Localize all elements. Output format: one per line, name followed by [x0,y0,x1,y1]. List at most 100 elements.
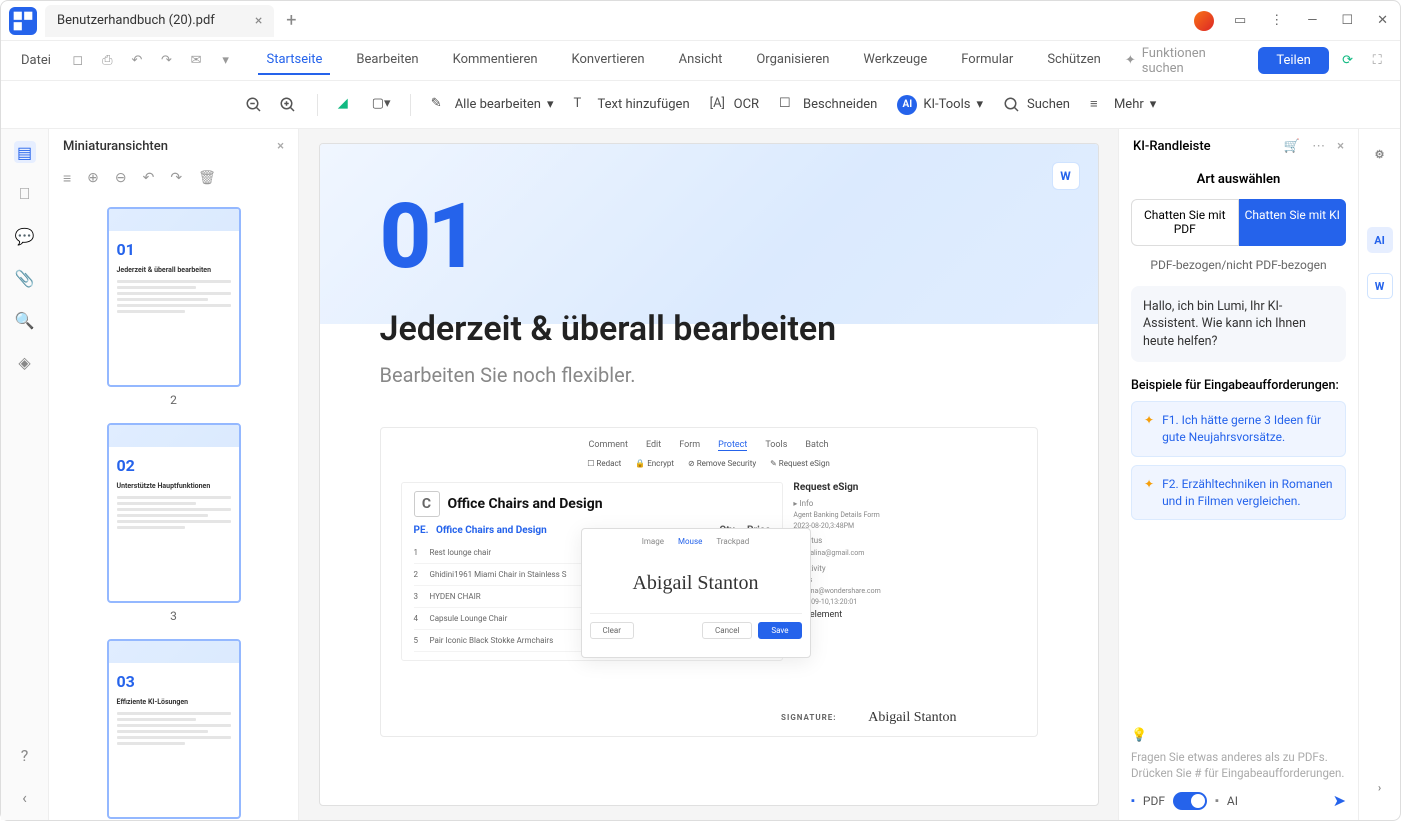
chevron-down-icon[interactable]: ▾ [215,49,237,73]
highlighter-icon[interactable]: ◢ [338,96,356,114]
sync-icon[interactable]: ⟳ [1337,49,1359,73]
pdf-ai-toggle[interactable] [1173,792,1207,810]
open-icon[interactable]: ◻ [67,49,89,73]
prompt-suggestion[interactable]: ✦F2. Erzähltechniken in Romanen und in F… [1131,465,1346,521]
collapse-icon[interactable]: ‹ [14,786,36,808]
menu-dots-icon[interactable]: ⋮ [1266,9,1287,32]
page-number: 01 [380,184,1038,289]
menubar: Datei ◻ ⎙ ↶ ↷ ✉ ▾ Startseite Bearbeiten Ko… [1,41,1400,81]
edit-all-button[interactable]: ✎ Alle bearbeiten▾ [431,96,554,114]
expand-icon[interactable]: ⛶ [1366,49,1388,73]
page-headline: Jederzeit & überall bearbeiten [380,309,1038,349]
ocr-icon: [A] [710,96,728,114]
attachment-icon[interactable]: 📎 [14,267,36,289]
layers-icon[interactable]: ◈ [14,351,36,373]
thumbs-title: Miniaturansichten [63,139,168,154]
ai-icon: AI [897,95,917,115]
maximize-icon[interactable]: ☐ [1337,9,1357,32]
thumb-rotate-right-icon[interactable]: ↷ [170,170,182,187]
function-search[interactable]: ✦ Funktionen suchen [1125,46,1238,76]
share-button[interactable]: Teilen [1258,47,1328,74]
window-icon[interactable]: ▭ [1230,9,1250,32]
document-tab[interactable]: Benutzerhandbuch (20).pdf × [45,5,274,37]
thumbnail[interactable]: 02 Unterstützte Hauptfunktionen [107,423,241,603]
ai-hint: PDF-bezogen/nicht PDF-bezogen [1119,250,1358,286]
dots-icon[interactable]: ⋯ [1312,139,1325,154]
right-rail: ⚙ AI W › [1358,129,1400,820]
menu-konvertieren[interactable]: Konvertieren [564,46,653,75]
chat-pdf-tab[interactable]: Chatten Sie mit PDF [1131,199,1239,246]
prompt-suggestion[interactable]: ✦F1. Ich hätte gerne 3 Ideen für gute Ne… [1131,401,1346,457]
add-text-button[interactable]: T Text hinzufügen [574,96,690,114]
comment-icon[interactable]: 💬 [14,225,36,247]
page-subhead: Bearbeiten Sie noch flexibler. [380,363,1038,387]
crop-icon: ☐ [779,96,797,114]
ai-title: KI-Randleiste [1133,139,1211,154]
settings-icon[interactable]: ⚙ [1367,141,1393,167]
ocr-button[interactable]: [A] OCR [710,96,759,114]
ai-tools-button[interactable]: AI KI-Tools▾ [897,95,983,115]
ai-rail-icon[interactable]: AI [1367,227,1393,253]
minimize-icon[interactable]: — [1303,9,1321,32]
close-ai-icon[interactable]: × [1337,139,1344,154]
thumb-zoomout-icon[interactable]: ⊖ [115,170,127,187]
footer-ai-label: AI [1227,794,1238,808]
word-rail-icon[interactable]: W [1367,273,1393,299]
bookmark-icon[interactable]: ⎕ [14,183,36,205]
pdf-page: W 01 Jederzeit & überall bearbeiten Bear… [319,143,1099,806]
thumb-delete-icon[interactable]: 🗑 [198,170,216,187]
more-button[interactable]: ≡ Mehr▾ [1090,96,1156,114]
chat-ai-tab[interactable]: Chatten Sie mit KI [1239,199,1347,246]
zoom-out-icon[interactable] [245,96,263,114]
menu-bearbeiten[interactable]: Bearbeiten [348,46,426,75]
thumbnail[interactable]: 01 Jederzeit & überall bearbeiten [107,207,241,387]
search-button[interactable]: Suchen [1003,96,1070,114]
idea-icon[interactable]: 💡 [1131,728,1346,743]
left-rail: ▤ ⎕ 💬 📎 🔍 ◈ ? ‹ [1,129,49,820]
page-canvas[interactable]: W 01 Jederzeit & überall bearbeiten Bear… [299,129,1118,820]
menu-formular[interactable]: Formular [953,46,1021,75]
thumbnails-icon[interactable]: ▤ [14,141,36,163]
menu-kommentieren[interactable]: Kommentieren [445,46,546,75]
thumbnail[interactable]: 03 Effiziente KI-Lösungen [107,639,241,819]
print-icon[interactable]: ⎙ [97,49,119,73]
search-panel-icon[interactable]: 🔍 [14,309,36,331]
user-avatar[interactable] [1194,11,1214,31]
search-icon [1003,96,1021,114]
menu-ansicht[interactable]: Ansicht [671,46,731,75]
thumb-rotate-left-icon[interactable]: ↶ [143,170,155,187]
cart-icon[interactable]: 🛒 [1284,139,1300,154]
ai-sidebar: KI-Randleiste 🛒 ⋯ × Art auswählen Chatte… [1118,129,1358,820]
menu-file[interactable]: Datei [13,47,59,74]
menu-werkzeuge[interactable]: Werkzeuge [855,46,935,75]
ai-prompts-label: Beispiele für Eingabeaufforderungen: [1131,378,1346,393]
sparkle-icon: ✦ [1125,53,1136,68]
expand-rail-icon[interactable]: › [1367,774,1393,800]
redo-icon[interactable]: ↷ [156,49,178,73]
menu-schützen[interactable]: Schützen [1039,46,1109,75]
undo-icon[interactable]: ↶ [126,49,148,73]
send-icon[interactable]: ➤ [1333,791,1346,810]
mail-icon[interactable]: ✉ [185,49,207,73]
page-illustration: Comment Edit Form Protect Tools Batch ☐ … [380,427,1038,737]
tab-title: Benutzerhandbuch (20).pdf [57,13,215,28]
zoom-in-icon[interactable] [279,96,297,114]
thumb-list-icon[interactable]: ≡ [63,170,71,187]
menu-startseite[interactable]: Startseite [258,46,330,75]
thumbnails-panel: Miniaturansichten × ≡ ⊕ ⊖ ↶ ↷ 🗑 01 Jeder… [49,129,299,820]
close-tab-icon[interactable]: × [255,13,262,29]
more-icon: ≡ [1090,96,1108,114]
menu-organisieren[interactable]: Organisieren [748,46,837,75]
new-tab-button[interactable]: + [286,10,296,31]
spark-icon: ✦ [1144,412,1154,429]
titlebar: Benutzerhandbuch (20).pdf × + ▭ ⋮ — ☐ ✕ [1,1,1400,41]
pencil-icon: ✎ [431,96,449,114]
shape-icon[interactable]: ▢▾ [372,96,390,114]
app-logo [9,7,37,35]
close-panel-icon[interactable]: × [277,139,284,154]
thumb-zoomin-icon[interactable]: ⊕ [87,170,99,187]
crop-button[interactable]: ☐ Beschneiden [779,96,877,114]
ai-input-placeholder[interactable]: Fragen Sie etwas anderes als zu PDFs. Dr… [1131,749,1346,781]
help-icon[interactable]: ? [14,744,36,766]
close-window-icon[interactable]: ✕ [1373,9,1392,32]
